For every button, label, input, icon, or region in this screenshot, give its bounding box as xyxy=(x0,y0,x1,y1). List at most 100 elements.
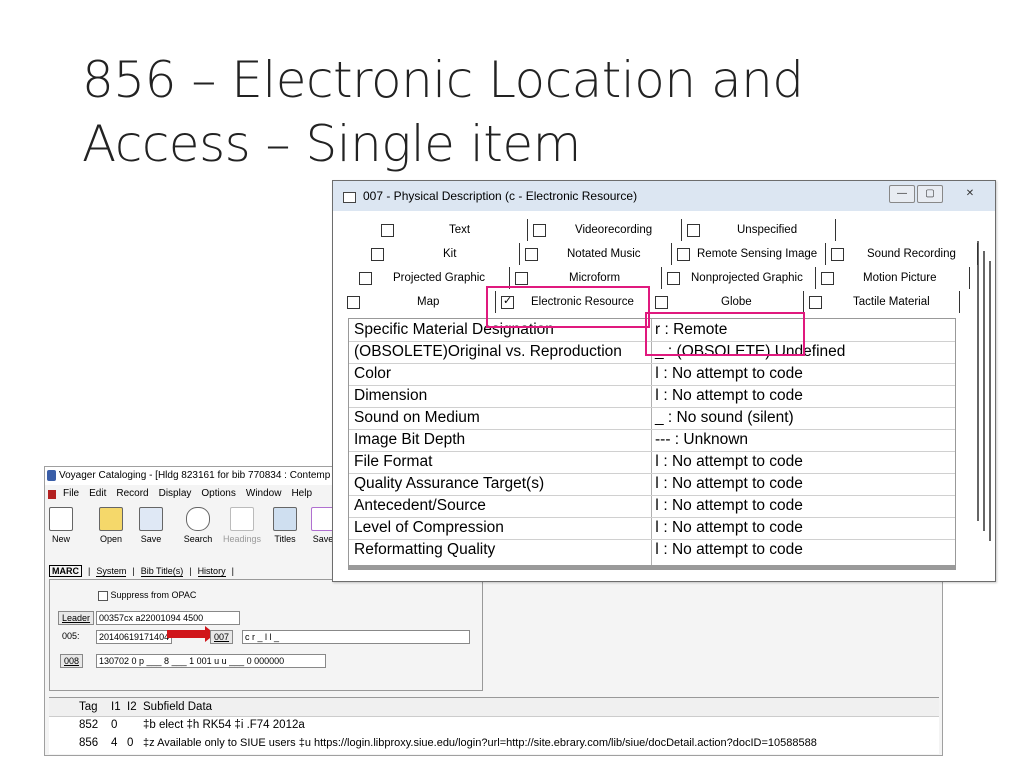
property-row[interactable]: Level of Compression ǀ : No attempt to c… xyxy=(349,517,955,540)
maximize-button[interactable]: ▢ xyxy=(917,185,943,203)
titles-icon xyxy=(273,507,297,531)
property-name: Image Bit Depth xyxy=(354,431,466,448)
search-icon xyxy=(186,507,210,531)
open-button[interactable]: Open xyxy=(95,505,127,544)
grid-footer xyxy=(349,565,955,569)
marc-panel: Suppress from OPAC Leader 00357cx a22001… xyxy=(49,579,483,691)
row-i1: 0 xyxy=(111,719,118,731)
new-button[interactable]: New xyxy=(47,505,75,544)
property-row[interactable]: Color ǀ : No attempt to code xyxy=(349,363,955,386)
nonprojected-graphic-checkbox[interactable] xyxy=(667,272,680,285)
map-checkbox[interactable] xyxy=(347,296,360,309)
menu-window[interactable]: Window xyxy=(246,485,282,503)
f007-button[interactable]: 007 xyxy=(210,630,234,644)
property-value[interactable]: --- : Unknown xyxy=(655,429,748,451)
row-i2: 0 xyxy=(127,737,134,749)
f005-label: 005: xyxy=(62,631,80,641)
voyager-toolbar: New Open Save Search Headings Titles Sav… xyxy=(45,505,345,551)
property-name: File Format xyxy=(354,453,433,470)
property-value[interactable]: ǀ : No attempt to code xyxy=(655,517,803,539)
titles-button[interactable]: Titles xyxy=(271,505,299,544)
tab-kit[interactable]: Kit xyxy=(443,243,456,265)
f007-field[interactable]: c r _ l l _ xyxy=(242,630,470,644)
unspecified-checkbox[interactable] xyxy=(687,224,700,237)
remote-sensing-checkbox[interactable] xyxy=(677,248,690,261)
tab-sound-recording[interactable]: Sound Recording xyxy=(867,243,956,265)
headings-button[interactable]: Headings xyxy=(221,505,263,544)
tab-bib-titles[interactable]: Bib Title(s) xyxy=(140,566,184,577)
property-row[interactable]: File Format ǀ : No attempt to code xyxy=(349,451,955,474)
property-name: Dimension xyxy=(354,387,428,404)
property-name: Sound on Medium xyxy=(354,409,480,426)
tactile-material-checkbox[interactable] xyxy=(809,296,822,309)
property-value[interactable]: ǀ : No attempt to code xyxy=(655,539,803,561)
tab-videorecording[interactable]: Videorecording xyxy=(575,219,652,241)
menu-help[interactable]: Help xyxy=(291,485,312,503)
property-value[interactable]: ǀ : No attempt to code xyxy=(655,473,803,495)
table-row[interactable]: 852 0 ‡b elect ‡h RK54 ‡i .F74 2012a xyxy=(49,716,939,734)
row-data: ‡b elect ‡h RK54 ‡i .F74 2012a xyxy=(143,719,305,731)
videorecording-checkbox[interactable] xyxy=(533,224,546,237)
f008-button[interactable]: 008 xyxy=(60,654,84,668)
menu-options[interactable]: Options xyxy=(201,485,235,503)
property-row[interactable]: Dimension ǀ : No attempt to code xyxy=(349,385,955,408)
f005-field[interactable]: 20140619171404 xyxy=(96,630,172,644)
tab-unspecified[interactable]: Unspecified xyxy=(737,219,797,241)
menu-display[interactable]: Display xyxy=(159,485,192,503)
tab-marc[interactable]: MARC xyxy=(49,565,82,577)
tab-motion-picture[interactable]: Motion Picture xyxy=(863,267,937,289)
notated-music-checkbox[interactable] xyxy=(525,248,538,261)
suppress-checkbox[interactable] xyxy=(98,590,108,601)
tab-text[interactable]: Text xyxy=(449,219,470,241)
dialog-title: 007 - Physical Description (c - Electron… xyxy=(363,189,638,203)
tab-remote-sensing-image[interactable]: Remote Sensing Image xyxy=(697,243,817,265)
property-row[interactable]: Sound on Medium _ : No sound (silent) xyxy=(349,407,955,430)
tab-notated-music[interactable]: Notated Music xyxy=(567,243,641,265)
f008-field[interactable]: 130702 0 p ___ 8 ___ 1 001 u u ___ 0 000… xyxy=(96,654,326,668)
save-button[interactable]: Save xyxy=(137,505,165,544)
search-button[interactable]: Search xyxy=(181,505,215,544)
tab-row-2: Kit Notated Music Remote Sensing Image S… xyxy=(341,243,991,265)
globe-checkbox[interactable] xyxy=(655,296,668,309)
red-arrow-icon xyxy=(167,626,215,642)
menu-record[interactable]: Record xyxy=(116,485,148,503)
property-row[interactable]: Quality Assurance Target(s) ǀ : No attem… xyxy=(349,473,955,496)
tab-tactile-material[interactable]: Tactile Material xyxy=(853,291,930,313)
property-row[interactable]: Antecedent/Source ǀ : No attempt to code xyxy=(349,495,955,518)
electronic-resource-highlight xyxy=(486,286,650,328)
tab-system[interactable]: System xyxy=(96,566,127,577)
menu-file[interactable]: File xyxy=(63,485,79,503)
voyager-logo-icon xyxy=(47,470,56,481)
sound-recording-checkbox[interactable] xyxy=(831,248,844,261)
tab-projected-graphic[interactable]: Projected Graphic xyxy=(393,267,485,289)
table-row[interactable]: 856 4 0 ‡z Available only to SIUE users … xyxy=(49,734,939,752)
headings-icon xyxy=(230,507,254,531)
projected-graphic-checkbox[interactable] xyxy=(359,272,372,285)
property-value[interactable]: ǀ : No attempt to code xyxy=(655,495,803,517)
save-disk-icon xyxy=(139,507,163,531)
close-button[interactable]: ✕ xyxy=(949,185,991,203)
text-checkbox[interactable] xyxy=(381,224,394,237)
tab-history[interactable]: History xyxy=(197,566,226,577)
property-name: Antecedent/Source xyxy=(354,497,486,514)
app-menu-icon[interactable] xyxy=(48,490,56,499)
tab-nonprojected-graphic[interactable]: Nonprojected Graphic xyxy=(691,267,803,289)
property-value[interactable]: ǀ : No attempt to code xyxy=(655,451,803,473)
menu-edit[interactable]: Edit xyxy=(89,485,106,503)
property-value[interactable]: _ : No sound (silent) xyxy=(655,407,794,429)
leader-field[interactable]: 00357cx a22001094 4500 xyxy=(96,611,240,625)
tab-globe[interactable]: Globe xyxy=(721,291,752,313)
microform-checkbox[interactable] xyxy=(515,272,528,285)
property-row[interactable]: Reformatting Quality ǀ : No attempt to c… xyxy=(349,539,955,561)
leader-button[interactable]: Leader xyxy=(58,611,95,625)
property-value[interactable]: ǀ : No attempt to code xyxy=(655,385,803,407)
tab-map[interactable]: Map xyxy=(417,291,439,313)
tab-row-4: Map ✓ Electronic Resource Globe Tactile … xyxy=(341,291,991,313)
minimize-button[interactable]: — xyxy=(889,185,915,203)
suppress-option[interactable]: Suppress from OPAC xyxy=(98,590,196,601)
property-value[interactable]: ǀ : No attempt to code xyxy=(655,363,803,385)
kit-checkbox[interactable] xyxy=(371,248,384,261)
slide-title-line-2: Access – Single item xyxy=(82,115,581,173)
property-row[interactable]: Image Bit Depth --- : Unknown xyxy=(349,429,955,452)
motion-picture-checkbox[interactable] xyxy=(821,272,834,285)
